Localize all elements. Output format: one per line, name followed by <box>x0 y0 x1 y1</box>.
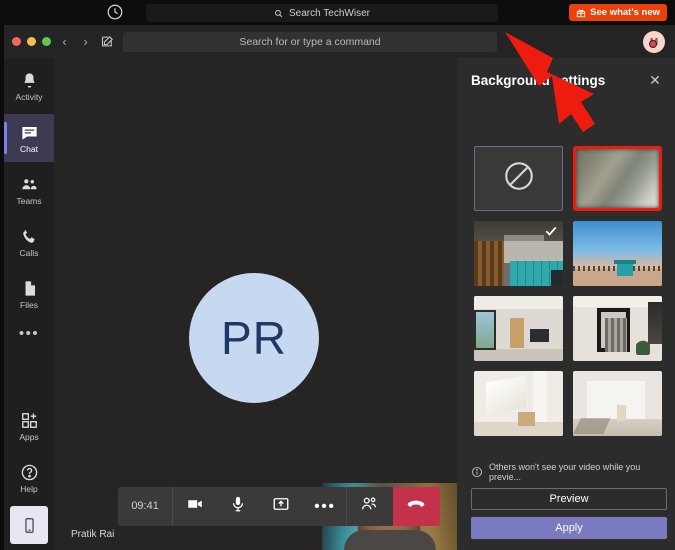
participant-avatar: PR <box>189 273 319 403</box>
microphone-icon <box>229 495 247 518</box>
status-badge <box>649 40 657 48</box>
call-stage: PR Pratik Rai 09:41 ••• <box>54 58 457 550</box>
command-search-input[interactable]: Search for or type a command <box>123 32 497 52</box>
background-room-gallery[interactable] <box>573 371 662 436</box>
background-none[interactable] <box>474 146 563 211</box>
info-icon <box>471 466 483 478</box>
files-icon <box>20 279 39 298</box>
no-background-icon <box>502 159 536 198</box>
background-room-white[interactable] <box>474 371 563 436</box>
hang-up-button[interactable] <box>392 487 441 526</box>
chevron-left-icon[interactable]: ‹ <box>57 34 72 49</box>
background-room-window[interactable] <box>474 296 563 361</box>
browser-search-placeholder: Search TechWiser <box>289 7 370 19</box>
checkmark-icon <box>544 224 558 238</box>
background-beach[interactable] <box>573 221 662 286</box>
apps-icon <box>20 411 39 430</box>
see-whats-new-label: See what's new <box>590 7 660 18</box>
sidebar-item-chat[interactable]: Chat <box>4 114 54 162</box>
more-actions-button[interactable]: ••• <box>303 487 346 526</box>
share-screen-icon <box>272 495 290 518</box>
chevron-right-icon[interactable]: › <box>78 34 93 49</box>
beach-preview-art <box>573 221 662 286</box>
chat-icon <box>20 123 39 142</box>
sidebar-item-files[interactable]: Files <box>4 270 54 318</box>
sidebar-item-apps[interactable]: Apps <box>4 402 54 450</box>
compose-icon[interactable] <box>100 34 115 49</box>
sidebar-item-label: Calls <box>19 247 39 258</box>
gift-icon <box>576 8 586 18</box>
preview-info-text: Others won't see your video while you pr… <box>489 462 641 482</box>
participant-avatar-initials: PR <box>221 312 287 364</box>
bell-icon <box>20 71 39 90</box>
window-traffic-lights[interactable] <box>12 37 51 46</box>
preview-info-row: Others won't see your video while you pr… <box>471 462 667 482</box>
browser-search-field[interactable]: Search TechWiser <box>146 4 498 22</box>
close-icon[interactable]: ✕ <box>647 72 663 88</box>
sidebar-item-label: Files <box>20 299 38 310</box>
browser-toolbar: Search TechWiser See what's new <box>0 0 675 25</box>
background-thumbnail-grid <box>474 146 662 436</box>
share-screen-button[interactable] <box>260 487 303 526</box>
sidebar-item-label: Help <box>20 483 38 494</box>
sidebar-item-activity[interactable]: Activity <box>4 62 54 110</box>
search-icon <box>274 9 283 18</box>
call-control-bar: 09:41 ••• <box>118 487 441 526</box>
help-icon <box>20 463 39 482</box>
teams-icon <box>20 175 39 194</box>
avatar[interactable]: M <box>643 31 665 53</box>
phone-hangup-icon <box>406 494 426 519</box>
screenshot-root: Search TechWiser See what's new ‹ › Sear… <box>0 0 675 550</box>
teams-window: ‹ › Search for or type a command M Act <box>4 25 675 550</box>
see-whats-new-button[interactable]: See what's new <box>569 4 667 21</box>
close-window-button[interactable] <box>12 37 21 46</box>
maximize-window-button[interactable] <box>42 37 51 46</box>
sidebar-item-label: Apps <box>19 431 39 442</box>
apply-button[interactable]: Apply <box>471 517 667 539</box>
background-blur[interactable] <box>573 146 662 211</box>
sidebar-item-calls[interactable]: Calls <box>4 218 54 266</box>
background-room-mirror[interactable] <box>573 296 662 361</box>
clock-icon[interactable] <box>106 3 124 21</box>
app-rail: Activity Chat Teams Calls Files ••• Apps… <box>4 58 54 550</box>
page-title: Background settings <box>471 72 606 88</box>
self-view-shirt <box>344 530 436 550</box>
sidebar-item-label: Teams <box>16 195 42 206</box>
sidebar-item-teams[interactable]: Teams <box>4 166 54 214</box>
room-gallery-preview-art <box>573 371 662 436</box>
panel-header: Background settings ✕ <box>457 58 675 102</box>
teams-titlebar: ‹ › Search for or type a command M <box>4 25 675 58</box>
sidebar-item-help[interactable]: Help <box>4 454 54 502</box>
people-icon <box>360 495 378 518</box>
sidebar-item-label: Chat <box>20 143 38 154</box>
room-mirror-preview-art <box>573 296 662 361</box>
mobile-device-icon[interactable] <box>10 506 48 544</box>
camera-button[interactable] <box>173 487 216 526</box>
command-search-placeholder: Search for or type a command <box>239 36 381 48</box>
microphone-button[interactable] <box>216 487 259 526</box>
room-white-preview-art <box>474 371 563 436</box>
participant-name: Pratik Rai <box>71 529 115 540</box>
phone-icon <box>20 227 39 246</box>
video-camera-icon <box>186 495 204 518</box>
people-button[interactable] <box>347 487 390 526</box>
minimize-window-button[interactable] <box>27 37 36 46</box>
call-timer: 09:41 <box>118 487 174 526</box>
preview-button[interactable]: Preview <box>471 488 667 510</box>
sidebar-more-button[interactable]: ••• <box>4 318 54 348</box>
background-settings-panel: Background settings ✕ Others won't see y… <box>457 58 675 550</box>
app-rail-bottom: Apps Help <box>4 398 54 550</box>
room-window-preview-art <box>474 296 563 361</box>
background-office[interactable] <box>474 221 563 286</box>
blur-preview-art <box>576 149 659 208</box>
sidebar-item-label: Activity <box>15 91 43 102</box>
